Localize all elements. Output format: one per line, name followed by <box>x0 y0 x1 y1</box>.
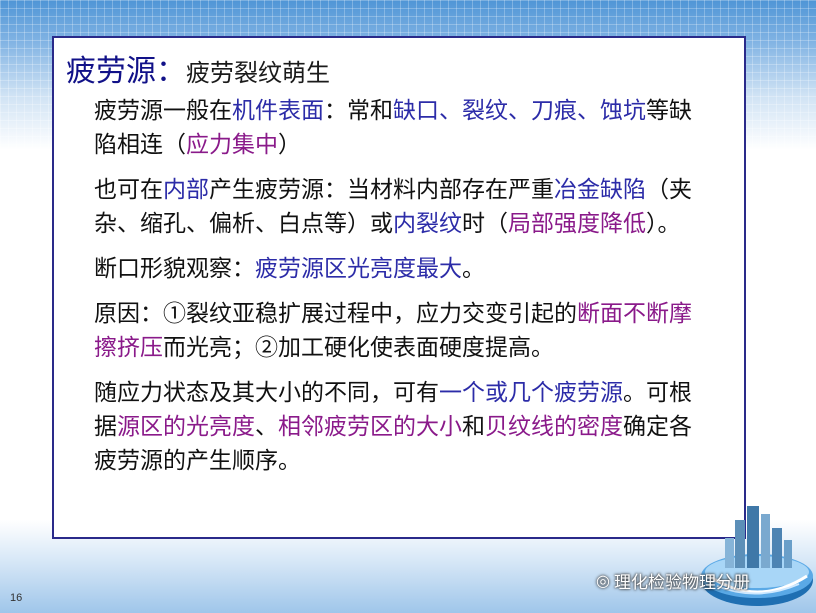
wechat-icon: ◎ <box>596 572 610 590</box>
watermark-text: 理化检验物理分册 <box>613 573 750 592</box>
text: 疲劳源一般在 <box>94 98 232 124</box>
highlight-blue: 机件表面 <box>232 98 324 124</box>
text: 和 <box>462 414 485 440</box>
paragraph-internal-source: 也可在内部产生疲劳源：当材料内部存在严重冶金缺陷（夹杂、缩孔、偏析、白点等）或内… <box>94 173 714 241</box>
highlight-blue: 内部 <box>163 177 209 203</box>
highlight-blue: 一个或几个疲劳源 <box>439 380 623 406</box>
highlight-purple: 局部强度降低 <box>508 211 646 237</box>
text: 。 <box>462 256 485 282</box>
text: ）。 <box>646 211 681 237</box>
highlight-blue: 内裂纹 <box>393 211 462 237</box>
highlight-blue: 疲劳源区光亮度最大 <box>255 256 462 282</box>
highlight-purple: 源区的光亮度 <box>117 414 255 440</box>
text: 时（ <box>462 211 508 237</box>
highlight-blue: 缺口、裂纹、刀痕、蚀坑 <box>393 98 646 124</box>
text: 也可在 <box>94 177 163 203</box>
text: 产生疲劳源：当材料内部存在严重 <box>209 177 554 203</box>
paragraph-multiple-sources: 随应力状态及其大小的不同，可有一个或几个疲劳源。可根据源区的光亮度、相邻疲劳区的… <box>94 376 714 478</box>
content-frame: 疲劳源：疲劳裂纹萌生 疲劳源一般在机件表面：常和缺口、裂纹、刀痕、蚀坑等缺陷相连… <box>52 36 746 539</box>
paragraph-surface-source: 疲劳源一般在机件表面：常和缺口、裂纹、刀痕、蚀坑等缺陷相连（应力集中） <box>94 94 714 162</box>
watermark: ◎ 理化检验物理分册 <box>596 568 750 593</box>
highlight-purple: 相邻疲劳区的大小 <box>278 414 462 440</box>
text: 随应力状态及其大小的不同，可有 <box>94 380 439 406</box>
text: 断口形貌观察： <box>94 256 255 282</box>
highlight-purple: 贝纹线的密度 <box>485 414 623 440</box>
highlight-purple: 应力集中 <box>186 132 278 158</box>
text: 而光亮；②加工硬化使表面硬度提高。 <box>163 335 554 361</box>
paragraph-reason: 原因：①裂纹亚稳扩展过程中，应力交变引起的断面不断摩擦挤压而光亮；②加工硬化使表… <box>94 297 714 365</box>
text: 原因：①裂纹亚稳扩展过程中，应力交变引起的 <box>94 301 577 327</box>
text: ：常和 <box>324 98 393 124</box>
city-globe-icon <box>701 506 813 606</box>
text: 、 <box>255 414 278 440</box>
page-number: 16 <box>10 592 23 604</box>
paragraph-fracture-observation: 断口形貌观察：疲劳源区光亮度最大。 <box>94 252 714 286</box>
highlight-blue: 冶金缺陷 <box>554 177 646 203</box>
text: ） <box>278 132 301 158</box>
slide-title: 疲劳源：疲劳裂纹萌生 <box>66 46 330 90</box>
slide-body: 疲劳源一般在机件表面：常和缺口、裂纹、刀痕、蚀坑等缺陷相连（应力集中） 也可在内… <box>94 94 714 489</box>
title-tail: 疲劳裂纹萌生 <box>186 59 330 87</box>
title-head: 疲劳源： <box>66 54 186 89</box>
